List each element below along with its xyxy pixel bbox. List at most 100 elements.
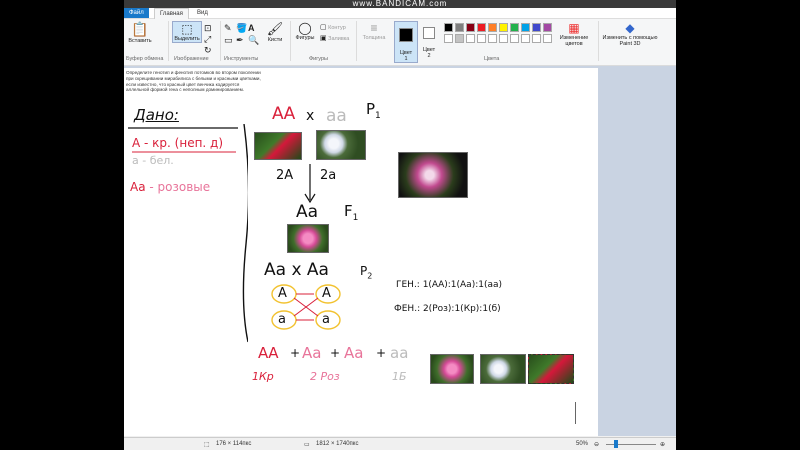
outline-dropdown[interactable]: ▢ Контур	[320, 23, 346, 31]
palette-swatch[interactable]	[455, 34, 464, 43]
edit-colors-button[interactable]: ▦ Изменение цветов	[554, 21, 594, 47]
palette-swatch[interactable]	[521, 23, 530, 32]
note-p2-cross: Аа х Аа	[264, 260, 329, 280]
palette-swatch[interactable]	[499, 34, 508, 43]
note-gene-a: а - бел.	[132, 154, 174, 167]
photo-white-flower	[316, 130, 366, 160]
shapes-button[interactable]: ◯ Фигуры	[292, 21, 318, 41]
photo-result-white	[480, 354, 526, 384]
note-gametes-A: 2А	[276, 168, 294, 183]
palette-swatch[interactable]	[499, 23, 508, 32]
canvas-area: Определите генотип и фенотип потомков во…	[124, 66, 676, 436]
selection-icon: ⬚	[204, 442, 210, 448]
palette-swatch[interactable]	[444, 34, 453, 43]
zoom-slider-thumb[interactable]	[614, 440, 618, 448]
zoom-in-button[interactable]: ⊕	[660, 441, 665, 448]
group-shapes: Фигуры	[309, 56, 328, 62]
clipboard-icon: 📋	[131, 21, 149, 37]
note-gamete-A1: А	[278, 286, 287, 301]
palette-swatch[interactable]	[532, 34, 541, 43]
tab-file[interactable]: Файл	[124, 8, 149, 18]
palette-swatch[interactable]	[455, 23, 464, 32]
note-p1-AA: АА	[272, 104, 296, 124]
palette-swatch[interactable]	[532, 23, 541, 32]
note-res-plus3: +	[376, 346, 387, 360]
note-hetero: Аа - розовые	[130, 180, 210, 194]
paint-window: www.BANDICAM.com Файл Главная Вид 📋 Вста…	[124, 0, 676, 450]
paste-button[interactable]: 📋 Вставить	[128, 21, 152, 44]
note-p1-x: х	[306, 108, 315, 124]
group-colors: Цвета	[484, 56, 500, 62]
note-hetero-genotype: Аа	[130, 180, 146, 194]
note-gamete-a1: а	[278, 312, 286, 327]
tab-home[interactable]: Главная	[154, 8, 189, 19]
select-button[interactable]: ⬚ Выделить	[172, 21, 202, 43]
crop-icon[interactable]: ⊡	[204, 23, 212, 34]
palette-swatch[interactable]	[477, 23, 486, 32]
status-selection-size: 176 × 114пкс	[216, 441, 252, 447]
note-f1-label: F1	[344, 202, 358, 223]
note-res-Aa2: Аа	[344, 344, 364, 362]
palette-swatch[interactable]	[444, 23, 453, 32]
palette-swatch[interactable]	[477, 34, 486, 43]
palette-swatch[interactable]	[488, 23, 497, 32]
resize-icon[interactable]: ⤢	[204, 34, 211, 45]
divider	[290, 21, 291, 61]
text-icon[interactable]: A	[248, 23, 255, 33]
rotate-icon[interactable]: ↻	[204, 45, 212, 56]
color-picker-icon[interactable]: ✒	[236, 35, 244, 46]
magnifier-icon[interactable]: 🔍	[248, 35, 259, 46]
color2-label: Цвет 2	[422, 47, 436, 59]
task-text: Определите генотип и фенотип потомков во…	[126, 70, 261, 93]
status-image-size: 1812 × 1740пкс	[316, 441, 359, 447]
fill-icon: ▣	[320, 35, 327, 42]
color1-swatch	[399, 28, 413, 42]
color2-button[interactable]: Цвет 2	[420, 21, 438, 59]
photo-red-flower	[254, 132, 302, 160]
palette-swatch[interactable]	[543, 23, 552, 32]
outline-icon: ▢	[320, 24, 327, 31]
arrow-down	[304, 164, 316, 204]
tab-view[interactable]: Вид	[192, 8, 213, 18]
note-p1-label: P1	[366, 100, 381, 121]
eraser-icon[interactable]: ▭	[224, 35, 233, 46]
brushes-button[interactable]: 🖌 Кисти	[264, 21, 286, 43]
size-button[interactable]: ≡ Толщина	[360, 21, 388, 41]
color2-swatch	[423, 27, 435, 39]
ribbon: 📋 Вставить Буфер обмена ⬚ Выделить ⊡ ⤢ ↻…	[124, 19, 676, 66]
palette-swatch[interactable]	[543, 34, 552, 43]
brushes-label: Кисти	[267, 37, 283, 43]
divider	[220, 21, 221, 61]
note-res-Aa1: Аа	[302, 344, 322, 362]
paint3d-label: Изменить с помощью Paint 3D	[602, 35, 658, 47]
palette-swatch[interactable]	[510, 23, 519, 32]
canvas[interactable]: Определите генотип и фенотип потомков во…	[124, 68, 598, 436]
note-res-2roz: 2 Роз	[310, 370, 340, 383]
palette-swatch[interactable]	[466, 34, 475, 43]
shapes-icon: ◯	[298, 21, 312, 35]
color1-button[interactable]: Цвет 1	[394, 21, 418, 63]
photo-result-red-selected[interactable]	[528, 354, 574, 384]
group-tools: Инструменты	[224, 56, 259, 62]
color1-label: Цвет 1	[399, 50, 413, 62]
f1-index: 1	[352, 213, 359, 223]
zoom-out-button[interactable]: ⊖	[594, 441, 599, 448]
paint3d-button[interactable]: ◆ Изменить с помощью Paint 3D	[602, 21, 658, 47]
note-gamete-a2: а	[322, 312, 330, 327]
paint3d-icon: ◆	[625, 21, 635, 35]
palette-swatch[interactable]	[488, 34, 497, 43]
palette-swatch[interactable]	[521, 34, 530, 43]
note-p1-aa: аа	[326, 106, 347, 126]
text-cursor	[575, 402, 576, 424]
f1-letter: F	[344, 202, 353, 220]
note-gamete-A2: А	[322, 286, 331, 301]
palette-swatch[interactable]	[466, 23, 475, 32]
divider	[598, 21, 599, 61]
palette-swatch[interactable]	[510, 34, 519, 43]
fill-bucket-icon[interactable]: 🪣	[236, 23, 247, 34]
note-res-1kr: 1Кр	[252, 370, 274, 383]
fill-dropdown[interactable]: ▣ Заливка	[320, 34, 349, 42]
pencil-icon[interactable]: ✎	[224, 23, 232, 34]
image-size-icon: ▭	[304, 442, 310, 448]
group-clipboard: Буфер обмена	[126, 56, 164, 62]
